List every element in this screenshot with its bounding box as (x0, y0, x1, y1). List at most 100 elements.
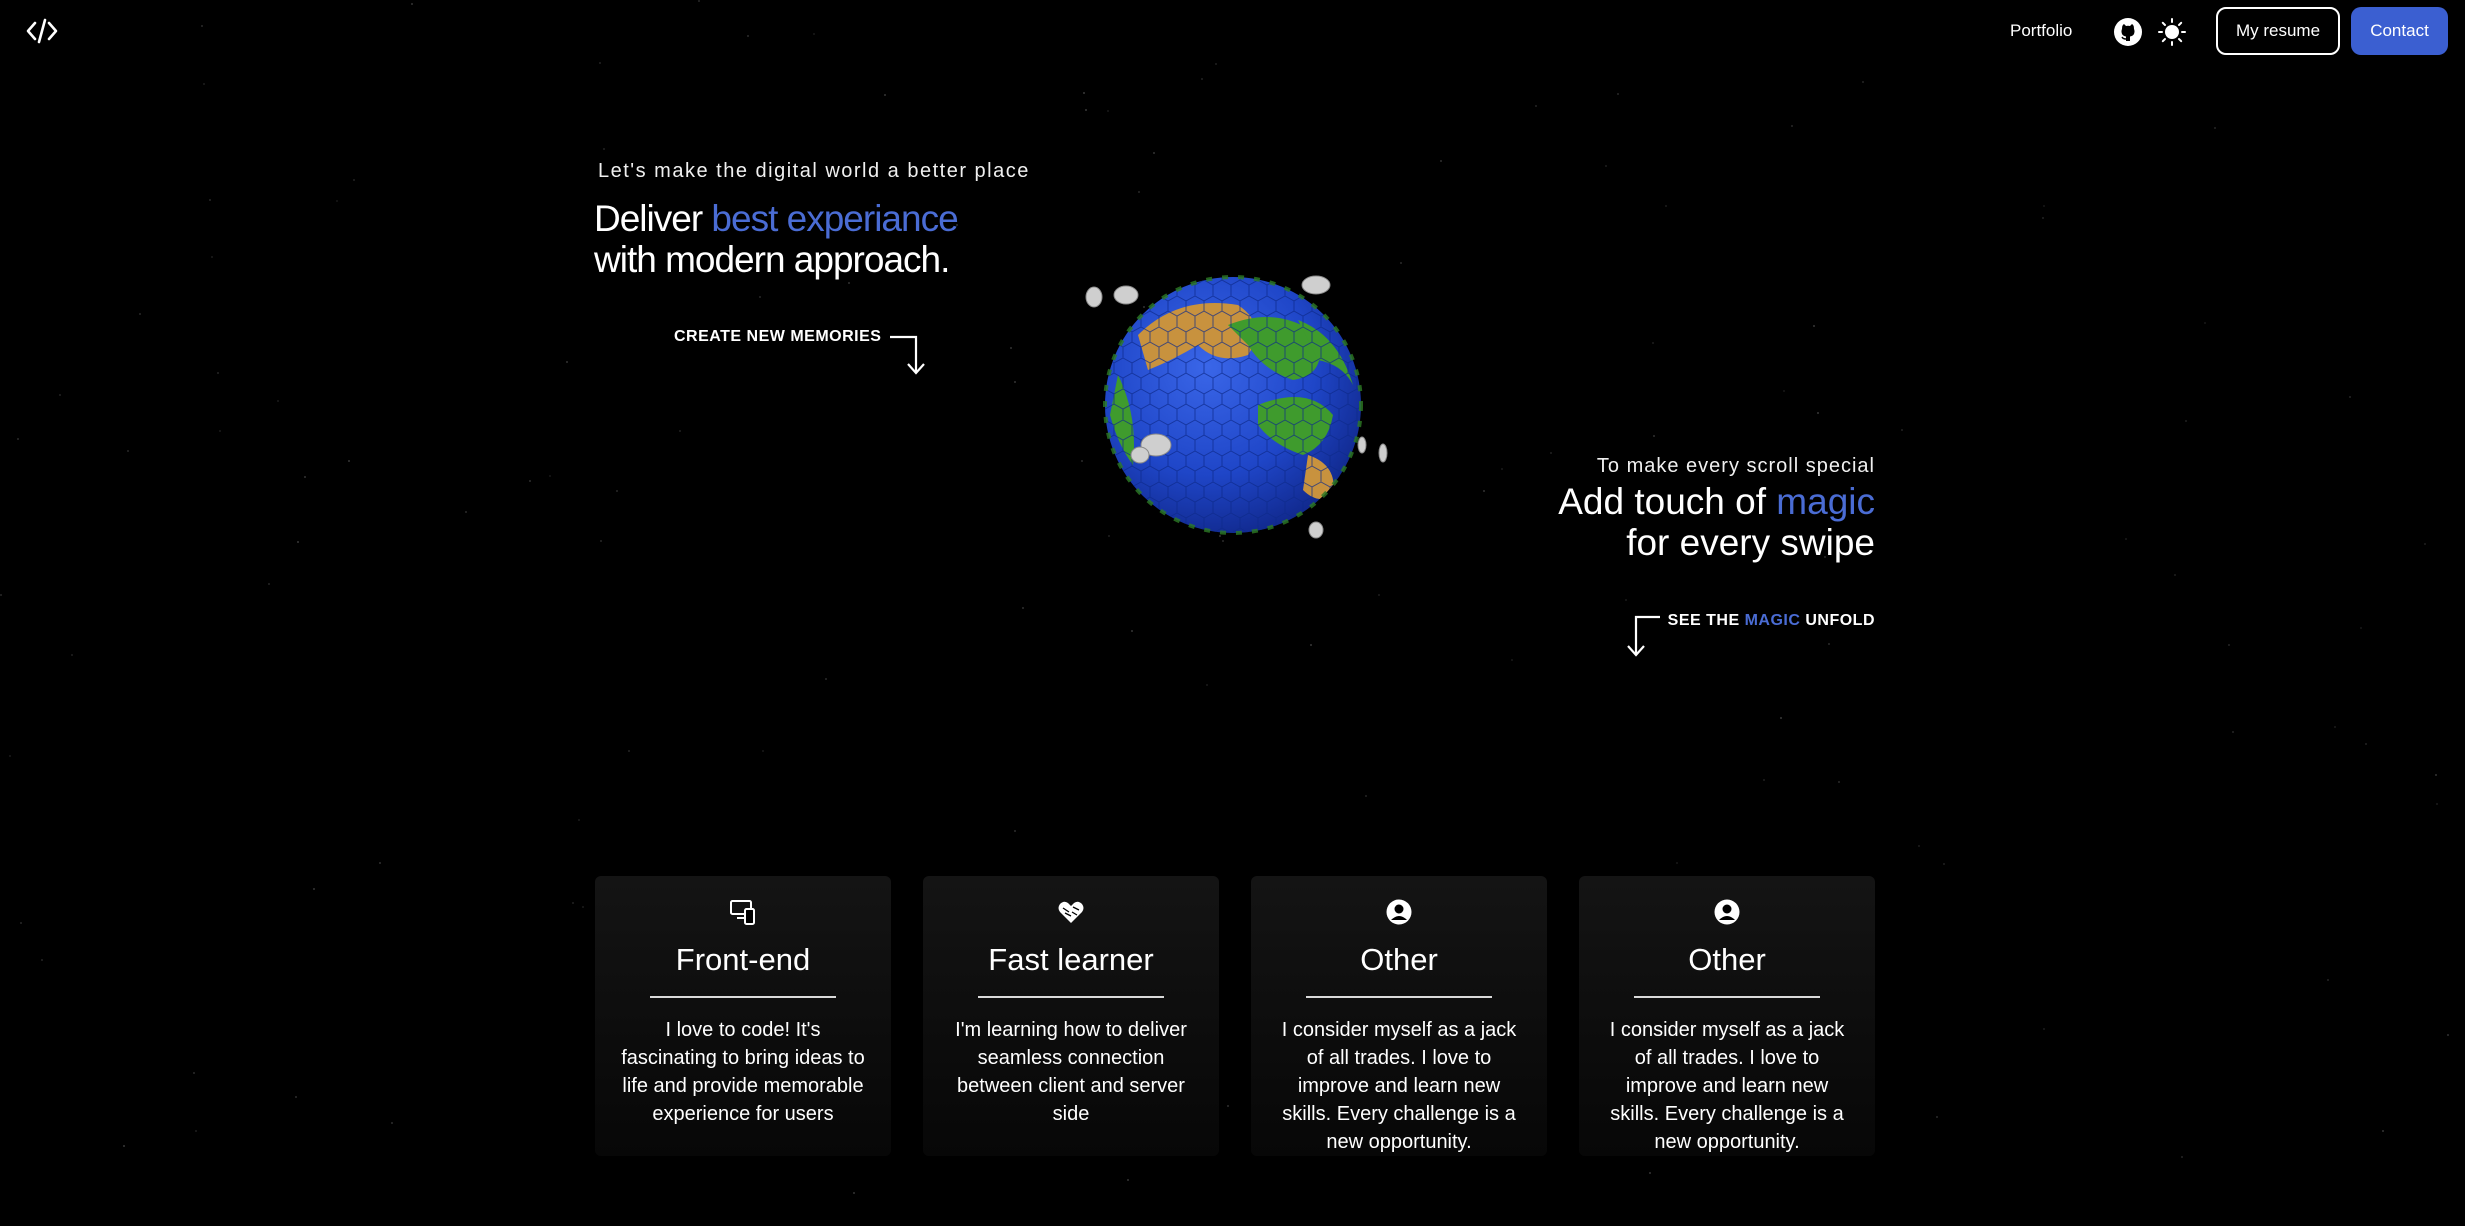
card-divider (1306, 996, 1492, 998)
star-dot (211, 256, 213, 258)
skill-card: Other I consider myself as a jack of all… (1251, 876, 1547, 1156)
star-dot (2042, 217, 2044, 219)
star-dot (1813, 325, 1815, 327)
star-dot (193, 1072, 195, 1074)
skill-card: Fast learner I'm learning how to deliver… (923, 876, 1219, 1156)
cta-text: UNFOLD (1800, 612, 1875, 629)
star-dot (1665, 205, 1667, 207)
star-dot (17, 438, 19, 440)
star-dot (603, 148, 605, 150)
user-circle-icon (1385, 898, 1413, 926)
star-dot (277, 400, 279, 402)
star-dot (1085, 109, 1087, 111)
starfield-background (0, 0, 2465, 1226)
star-dot (2043, 205, 2045, 207)
star-dot (1652, 342, 1654, 344)
star-dot (1138, 191, 1140, 193)
star-dot (123, 1145, 125, 1147)
headline-line-2: with modern approach. (594, 239, 950, 280)
star-dot (71, 654, 73, 656)
star-dot (41, 959, 43, 961)
star-dot (1763, 779, 1765, 781)
star-dot (1605, 165, 1607, 167)
headline-accent-text: best experiance (711, 198, 958, 239)
sun-icon[interactable] (2157, 17, 2187, 47)
star-dot (616, 490, 618, 492)
user-circle-icon (1713, 898, 1741, 926)
star-dot (1653, 435, 1655, 437)
code-brackets-icon[interactable] (22, 14, 62, 48)
card-description: I'm learning how to deliver seamless con… (955, 1019, 1187, 1125)
star-dot (1828, 643, 1830, 645)
top-navbar: Portfolio My resume Contact (0, 0, 2465, 62)
star-dot (295, 1096, 297, 1098)
star-dot (1649, 1172, 1651, 1174)
star-dot (529, 480, 531, 482)
star-dot (1511, 659, 1513, 661)
star-dot (1817, 412, 1819, 414)
star-dot (1617, 93, 1619, 95)
cta-text: SEE THE (1667, 612, 1745, 629)
see-the-magic-unfold-link[interactable]: SEE THE MAGIC UNFOLD (1668, 612, 1875, 630)
heart-icon (1057, 898, 1085, 926)
star-dot (1501, 468, 1503, 470)
skill-card: Front-end I love to code! It's fascinati… (595, 876, 891, 1156)
star-dot (1440, 160, 1442, 162)
star-dot (0, 594, 2, 596)
star-dot (20, 922, 22, 924)
star-dot (1107, 110, 1109, 112)
card-title: Other (1688, 942, 1766, 977)
star-dot (1918, 845, 1920, 847)
star-dot (465, 511, 467, 513)
star-dot (848, 282, 850, 284)
globe-3d-illustration (1078, 265, 1388, 545)
star-dot (2435, 774, 2437, 776)
cta-accent-text: MAGIC (1744, 612, 1801, 629)
card-divider (650, 996, 836, 998)
star-dot (195, 1130, 197, 1132)
github-icon[interactable] (2113, 17, 2143, 47)
contact-button[interactable]: Contact (2351, 7, 2448, 55)
star-dot (549, 475, 551, 477)
star-dot (762, 750, 764, 752)
star-dot (1483, 490, 1485, 492)
star-dot (1936, 1116, 1938, 1118)
star-dot (600, 540, 602, 542)
star-dot (1535, 105, 1537, 107)
card-description: I love to code! It's fascinating to brin… (621, 1019, 865, 1125)
star-dot (1838, 781, 1840, 783)
star-dot (2204, 322, 2206, 324)
star-dot (572, 902, 574, 904)
star-dot (825, 678, 827, 680)
star-dot (209, 199, 211, 201)
star-dot (297, 541, 299, 543)
nav-link-portfolio[interactable]: Portfolio (2010, 18, 2072, 44)
create-new-memories-link[interactable]: CREATE NEW MEMORIES (674, 328, 881, 346)
star-dot (1131, 630, 1133, 632)
star-dot (2349, 396, 2351, 398)
headline-text: Deliver (594, 198, 712, 239)
star-dot (1153, 152, 1155, 154)
arrow-down-right-icon (890, 335, 925, 375)
star-dot (582, 906, 584, 908)
card-title: Fast learner (988, 942, 1154, 977)
star-dot (217, 372, 219, 374)
card-divider (978, 996, 1164, 998)
arrow-down-left-icon (1627, 615, 1660, 657)
my-resume-button[interactable]: My resume (2216, 7, 2340, 55)
star-dot (2365, 743, 2367, 745)
star-dot (1783, 390, 1785, 392)
star-dot (348, 460, 350, 462)
star-dot (1901, 429, 1903, 431)
star-dot (1400, 262, 1402, 264)
hero-headline-left: Deliver best experiance with modern appr… (594, 198, 959, 280)
star-dot (9, 755, 11, 757)
star-dot (1378, 594, 1380, 596)
star-dot (759, 296, 761, 298)
star-dot (884, 94, 886, 96)
star-dot (1083, 92, 1085, 94)
star-dot (578, 819, 580, 821)
star-dot (1862, 81, 1864, 83)
star-dot (391, 1122, 393, 1124)
star-dot (2228, 644, 2230, 646)
